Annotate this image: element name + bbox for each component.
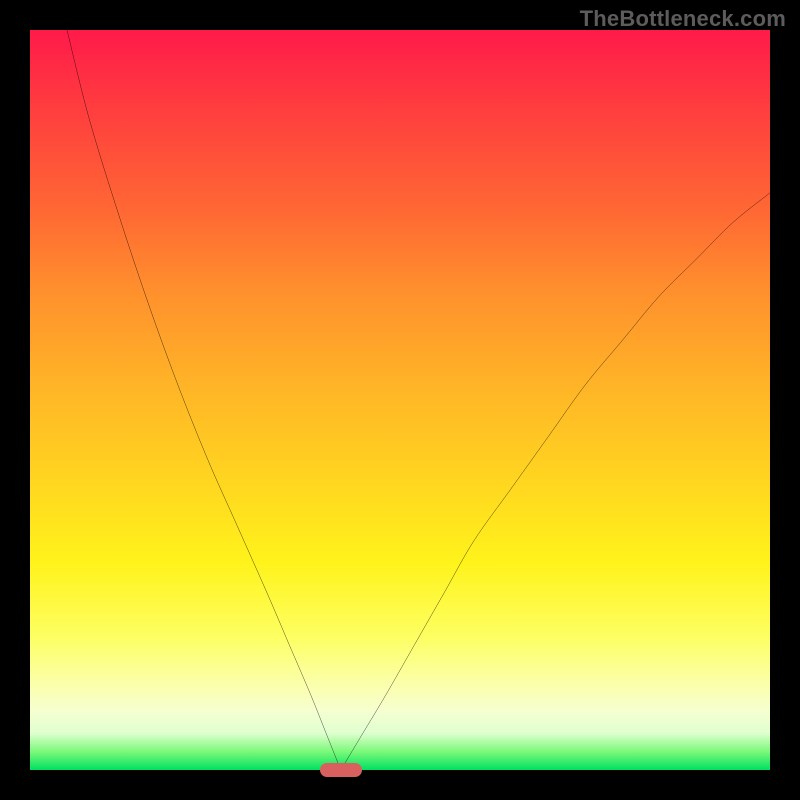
- curve-right-branch: [341, 193, 770, 770]
- curve-svg: [30, 30, 770, 770]
- bottleneck-marker: [320, 763, 362, 777]
- curve-left-branch: [67, 30, 341, 770]
- watermark-text: TheBottleneck.com: [580, 6, 786, 32]
- plot-area: [30, 30, 770, 770]
- chart-container: TheBottleneck.com: [0, 0, 800, 800]
